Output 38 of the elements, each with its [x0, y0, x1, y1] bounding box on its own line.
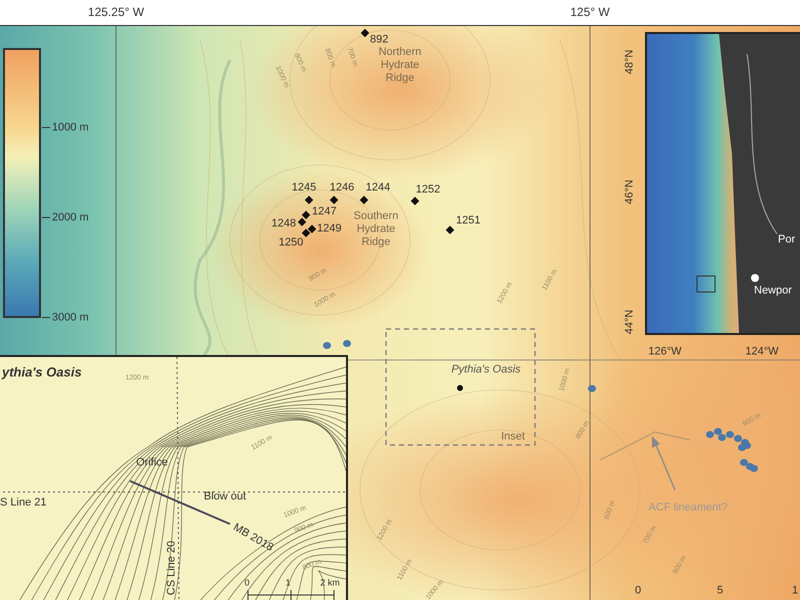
survey-line-label: S Line 21 [0, 498, 46, 508]
longitude-label: 126°W [648, 346, 682, 358]
site-label: 1247 [312, 206, 336, 218]
site-label: 1244 [366, 182, 390, 194]
survey-line-label: CS Line 20 [166, 540, 178, 596]
scale-label: 1 [792, 586, 798, 596]
site-label: 892 [370, 34, 388, 46]
inset-label: Inset [501, 432, 525, 442]
scale-label: 2 km [320, 578, 340, 588]
site-label: 1249 [317, 224, 342, 234]
site-label: Pythia's Oasis [451, 364, 521, 376]
scale-label: 0 [244, 578, 250, 588]
scale-label: 0 [634, 586, 642, 596]
depth-label: 2000 m [52, 212, 89, 224]
annotation-label: ACF lineament? [648, 502, 728, 514]
longitude-label: 125.25° W [88, 6, 144, 18]
latitude-label: 46°N [624, 180, 636, 204]
longitude-label: 125° W [570, 6, 610, 18]
map-title: ythia's Oasis [2, 366, 82, 378]
feature-label: Blow out [204, 492, 246, 502]
feature-label: MB 2018 [231, 522, 275, 554]
site-label: 1248 [272, 218, 296, 230]
latitude-label: 48°N [624, 50, 636, 74]
site-label: 1246 [330, 182, 354, 194]
depth-label: 1000 m [52, 122, 89, 134]
site-label: 1252 [416, 184, 440, 196]
scale-label: 5 [716, 586, 724, 596]
place-label: Newpor [754, 286, 792, 296]
longitude-label: 124°W [745, 346, 779, 358]
region-label: Northern Hydrate Ridge [378, 46, 422, 86]
scale-label: 1 [286, 578, 290, 588]
place-label: Por [778, 234, 796, 246]
site-label: 1245 [292, 182, 316, 194]
site-label: 1251 [456, 216, 480, 226]
latitude-label: 44°N [624, 310, 636, 334]
site-label: 1250 [278, 238, 304, 248]
depth-label: 3000 m [52, 312, 89, 324]
region-label: Southern Hydrate Ridge [352, 210, 400, 250]
